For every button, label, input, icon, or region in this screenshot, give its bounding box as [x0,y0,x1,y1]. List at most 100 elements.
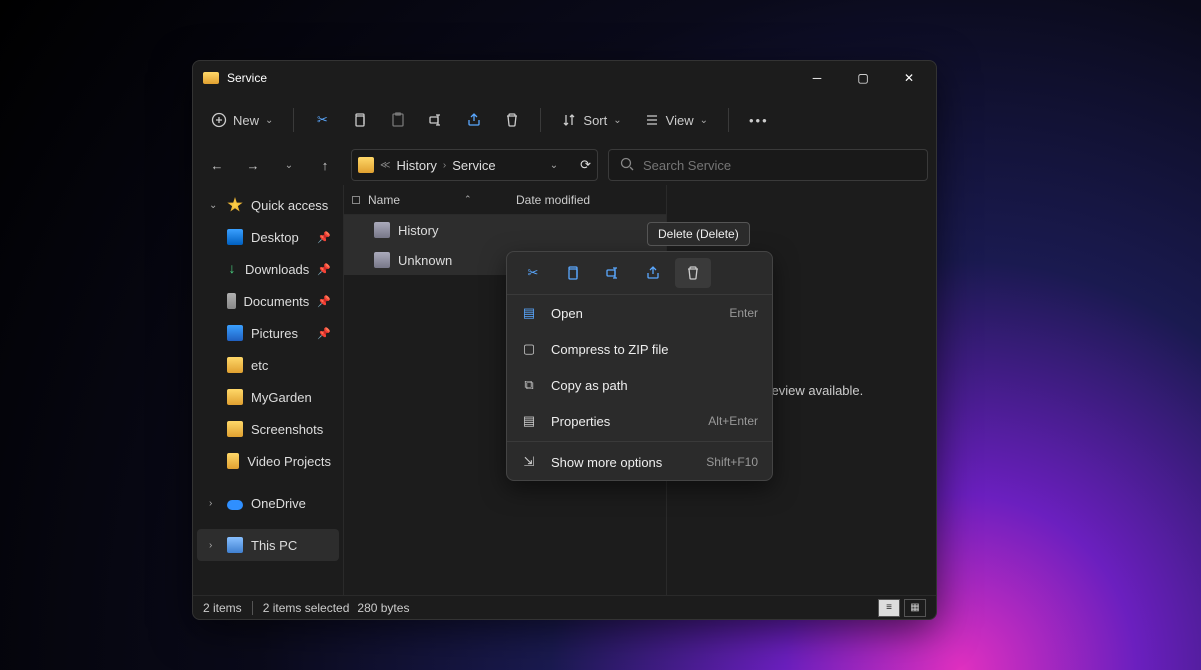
search-input[interactable] [643,158,917,173]
ctx-open[interactable]: ▤ Open Enter [507,295,772,331]
ctx-properties[interactable]: ▤ Properties Alt+Enter [507,403,772,439]
view-icon [644,112,660,128]
file-name: Unknown [398,253,452,268]
status-bar: 2 items 2 items selected 280 bytes ≡ ▦ [193,595,936,619]
toolbar: New ⌄ ✂ Sort ⌄ View ⌄ ••• [193,95,936,145]
pictures-icon [227,325,243,341]
thumbnails-view-button[interactable]: ▦ [904,599,926,617]
folder-icon [358,157,374,173]
rename-button[interactable] [420,102,452,138]
file-row-history[interactable]: History [344,215,666,245]
ctx-copy-button[interactable] [555,258,591,288]
forward-button[interactable]: → [237,149,269,181]
ctx-show-more-options[interactable]: ⇲ Show more options Shift+F10 [507,444,772,480]
sidebar-item-screenshots[interactable]: Screenshots [197,413,339,445]
folder-icon [227,389,243,405]
sidebar-label: Video Projects [247,454,331,469]
ctx-compress-zip[interactable]: ▢ Compress to ZIP file [507,331,772,367]
more-options-icon: ⇲ [521,454,537,470]
refresh-button[interactable]: ⟳ [580,157,591,173]
share-button[interactable] [458,102,490,138]
sidebar-item-documents[interactable]: Documents 📌 [197,285,339,317]
sidebar-item-this-pc[interactable]: › This PC [197,529,339,561]
download-icon: ↓ [227,261,237,277]
ctx-cut-button[interactable]: ✂ [515,258,551,288]
sidebar-label: etc [251,358,268,373]
column-date[interactable]: Date modified [516,193,666,207]
sort-button[interactable]: Sort ⌄ [553,102,629,138]
search-box[interactable] [608,149,928,181]
sidebar-label: Documents [244,294,310,309]
sidebar-label: Desktop [251,230,299,245]
minimize-button[interactable]: ─ [794,62,840,94]
sidebar-item-video-projects[interactable]: Video Projects [197,445,339,477]
view-button[interactable]: View ⌄ [636,102,716,138]
open-icon: ▤ [521,305,537,321]
folder-icon [227,421,243,437]
close-button[interactable]: ✕ [886,62,932,94]
search-icon [619,156,635,175]
desktop-icon [227,229,243,245]
star-icon [227,197,243,213]
sidebar-item-desktop[interactable]: Desktop 📌 [197,221,339,253]
pin-icon: 📌 [317,231,331,244]
folder-icon [227,357,243,373]
cut-icon: ✂ [314,112,330,128]
checkbox-column[interactable] [344,196,368,204]
delete-button[interactable] [496,102,528,138]
sidebar-item-etc[interactable]: etc [197,349,339,381]
sidebar: ⌄ Quick access Desktop 📌 ↓ Downloads 📌 D… [193,185,343,595]
breadcrumb-2[interactable]: Service [452,158,495,173]
back-button[interactable]: ← [201,149,233,181]
sidebar-item-downloads[interactable]: ↓ Downloads 📌 [197,253,339,285]
paste-button[interactable] [382,102,414,138]
status-count: 2 items [203,601,242,615]
column-headers: Name ⌃ Date modified [344,185,666,215]
ctx-share-button[interactable] [635,258,671,288]
sidebar-item-pictures[interactable]: Pictures 📌 [197,317,339,349]
text-file-icon [374,252,390,268]
sidebar-label: MyGarden [251,390,312,405]
address-bar[interactable]: ≪ History › Service ⌄ ⟳ [351,149,598,181]
maximize-button[interactable]: ▢ [840,62,886,94]
sidebar-label: Screenshots [251,422,323,437]
tooltip-delete: Delete (Delete) [647,222,750,246]
pin-icon: 📌 [317,295,331,308]
breadcrumb-1[interactable]: History [396,158,436,173]
rename-icon [428,112,444,128]
copy-button[interactable] [344,102,376,138]
status-size: 280 bytes [357,601,409,615]
ellipsis-icon: ••• [749,113,769,128]
cut-icon: ✂ [528,265,539,281]
chevron-down-icon: ⌄ [209,200,219,211]
trash-icon [504,112,520,128]
sort-indicator-icon: ⌃ [464,194,472,205]
window-title: Service [227,71,267,85]
nav-row: ← → ⌄ ↑ ≪ History › Service ⌄ ⟳ [193,145,936,185]
up-button[interactable]: ↑ [309,149,341,181]
sidebar-item-onedrive[interactable]: › OneDrive [197,487,339,519]
ctx-copy-path[interactable]: ⧉ Copy as path [507,367,772,403]
column-name[interactable]: Name ⌃ [368,193,516,207]
recent-button[interactable]: ⌄ [273,149,305,181]
sidebar-item-quick-access[interactable]: ⌄ Quick access [197,189,339,221]
more-button[interactable]: ••• [741,102,777,138]
chevron-down-icon[interactable]: ⌄ [550,160,558,171]
view-label: View [666,113,694,128]
new-label: New [233,113,259,128]
chevron-down-icon: ⌄ [265,115,273,126]
sidebar-item-mygarden[interactable]: MyGarden [197,381,339,413]
new-button[interactable]: New ⌄ [203,102,281,138]
cut-button[interactable]: ✂ [306,102,338,138]
chevron-right-icon: › [209,498,219,509]
sidebar-label: Quick access [251,198,328,213]
chevron-down-icon: ⌄ [700,115,708,126]
folder-icon [227,453,239,469]
cloud-icon [227,500,243,510]
sidebar-label: This PC [251,538,297,553]
ctx-delete-button[interactable] [675,258,711,288]
details-view-button[interactable]: ≡ [878,599,900,617]
properties-icon: ▤ [521,413,537,429]
context-menu: ✂ ▤ Open Enter ▢ Compress to ZIP file ⧉ … [506,251,773,481]
ctx-rename-button[interactable] [595,258,631,288]
